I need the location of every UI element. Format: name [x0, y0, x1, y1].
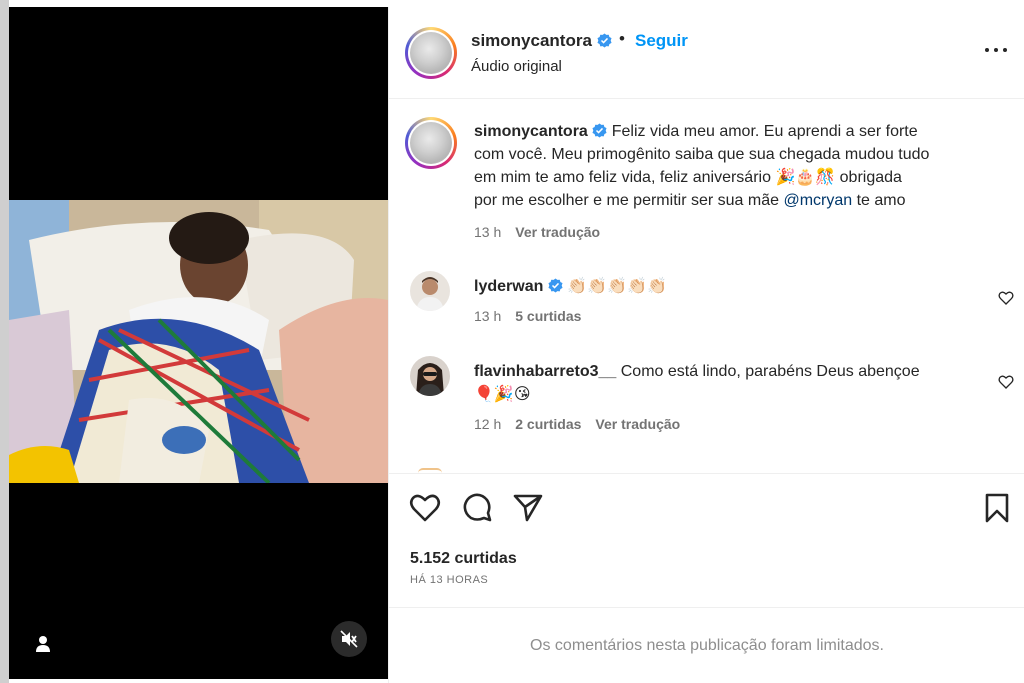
comment-time[interactable]: 12 h	[474, 416, 501, 432]
caption-username[interactable]: simonycantora	[474, 123, 588, 140]
comment-text: lyderwan 👏🏻👏🏻👏🏻👏🏻👏🏻	[474, 278, 667, 295]
author-username[interactable]: simonycantora	[471, 31, 612, 51]
comment-avatar[interactable]	[410, 271, 450, 311]
comment-meta: 13 h 5 curtidas	[474, 308, 581, 324]
caption-avatar[interactable]	[405, 117, 457, 169]
author-avatar[interactable]	[405, 27, 457, 79]
post-photo	[9, 200, 388, 483]
comment-username[interactable]: lyderwan	[474, 278, 543, 295]
comments-section: simonycantora Feliz vida meu amor. Eu ap…	[389, 99, 1024, 473]
more-options-icon[interactable]	[985, 45, 1007, 55]
comment-heart-icon[interactable]	[998, 290, 1014, 306]
follow-button[interactable]: Seguir	[635, 31, 688, 51]
caption-meta: 13 h Ver tradução	[474, 224, 600, 240]
likes-count[interactable]: 5.152 curtidas	[410, 550, 517, 568]
post-details-panel: simonycantora • Seguir Áudio original si…	[388, 7, 1024, 683]
mute-icon	[340, 630, 358, 648]
comment-username[interactable]: flavinhabarreto3__	[474, 363, 616, 380]
caption-translate[interactable]: Ver tradução	[515, 224, 600, 240]
comment-translate[interactable]: Ver tradução	[595, 416, 680, 432]
share-icon[interactable]	[512, 492, 544, 524]
verified-badge-icon	[592, 123, 607, 138]
post-media[interactable]	[9, 7, 388, 679]
comment-icon[interactable]	[461, 492, 493, 524]
verified-badge-icon	[597, 33, 612, 48]
mute-button[interactable]	[331, 621, 367, 657]
caption-text: simonycantora Feliz vida meu amor. Eu ap…	[474, 123, 930, 209]
comment-meta: 12 h 2 curtidas Ver tradução	[474, 416, 680, 432]
comment-time[interactable]: 13 h	[474, 308, 501, 324]
comment-avatar[interactable]	[410, 356, 450, 396]
verified-badge-icon	[548, 278, 563, 293]
comment-likes[interactable]: 2 curtidas	[515, 416, 581, 432]
comments-limited-notice: Os comentários nesta publicação foram li…	[389, 607, 1024, 683]
comment-likes[interactable]: 5 curtidas	[515, 308, 581, 324]
action-bar: 5.152 curtidas HÁ 13 HORAS	[389, 473, 1024, 607]
mention-link[interactable]: @mcryan	[783, 192, 852, 209]
audio-label[interactable]: Áudio original	[471, 58, 562, 75]
comment-text: flavinhabarreto3__ Como está lindo, para…	[474, 363, 920, 403]
post-header: simonycantora • Seguir Áudio original	[389, 7, 1024, 99]
window-edge	[0, 0, 9, 683]
heart-icon[interactable]	[409, 492, 441, 524]
comment-heart-icon[interactable]	[998, 374, 1014, 390]
post-time[interactable]: HÁ 13 HORAS	[410, 574, 488, 586]
separator-dot: •	[619, 29, 625, 48]
user-tag-icon[interactable]	[35, 635, 51, 653]
bookmark-icon[interactable]	[981, 492, 1013, 524]
caption-time[interactable]: 13 h	[474, 224, 501, 240]
